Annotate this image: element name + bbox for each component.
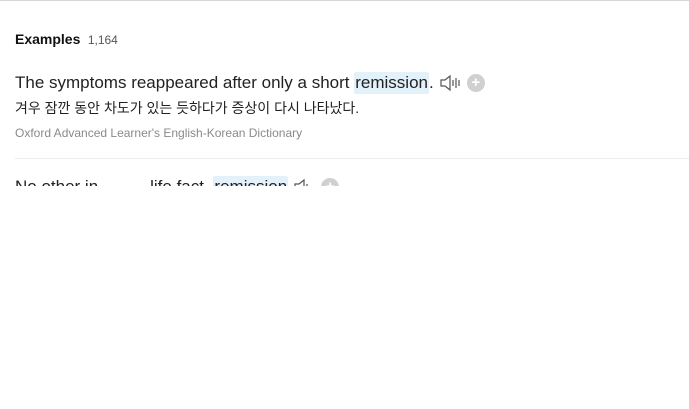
examples-title: Examples	[15, 31, 81, 47]
sentence-text-before: No other in life fact	[15, 176, 213, 186]
example-source[interactable]: Oxford Advanced Learner's English-Korean…	[15, 126, 689, 140]
speaker-icon[interactable]	[293, 177, 317, 186]
highlighted-word[interactable]: remission	[213, 176, 289, 186]
plus-circle-icon[interactable]: +	[466, 74, 485, 92]
example-sentence: No other in life fact remission +	[15, 176, 689, 186]
examples-header: Examples 1,164	[15, 31, 118, 49]
example-translation: 겨우 잠깐 동안 차도가 있는 듯하다가 증상이 다시 나타났다.	[15, 100, 360, 116]
examples-count: 1,164	[87, 33, 118, 47]
example-item: No other in life fact remission +	[15, 176, 689, 186]
examples-panel: Examples 1,164 The symptoms reappeared a…	[0, 0, 689, 409]
speaker-icon[interactable]	[439, 73, 463, 93]
example-sentence: The symptoms reappeared after only a sho…	[15, 72, 689, 94]
highlighted-word[interactable]: remission	[354, 72, 429, 94]
plus-circle-icon[interactable]: +	[321, 178, 340, 186]
example-divider	[15, 158, 689, 159]
example-item: The symptoms reappeared after only a sho…	[15, 72, 689, 160]
sentence-text-after: .	[428, 73, 434, 92]
top-divider	[0, 0, 689, 1]
sentence-text-before: The symptoms reappeared after only a sho…	[15, 73, 355, 92]
